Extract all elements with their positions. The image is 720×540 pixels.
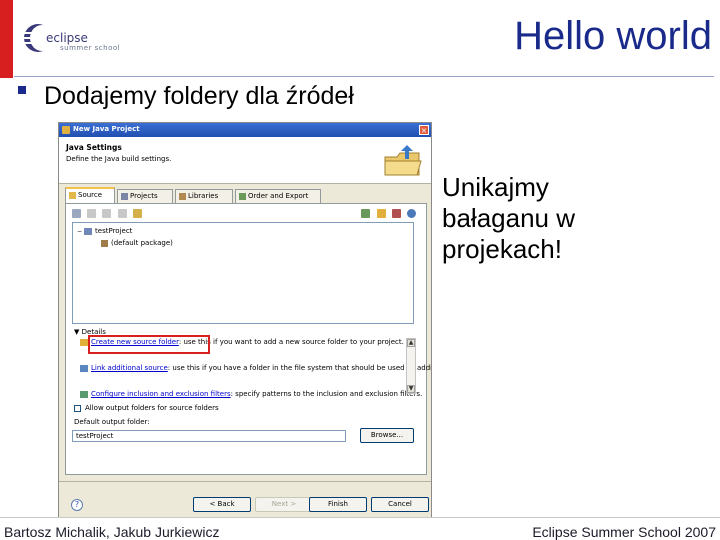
dialog-titlebar: New Java Project ×: [59, 123, 431, 137]
source-tree[interactable]: − testProject (default package): [72, 222, 414, 324]
tree-item-package[interactable]: (default package): [101, 239, 173, 247]
configure-icon[interactable]: [391, 209, 401, 218]
side-note: Unikajmy bałaganu w projekach!: [442, 172, 575, 264]
window-icon: [62, 126, 70, 134]
help-icon[interactable]: [407, 209, 416, 218]
footer-event: Eclipse Summer School 2007: [532, 524, 716, 540]
details-item-filters: Configure inclusion and exclusion filter…: [80, 390, 422, 398]
allow-output-row[interactable]: Allow output folders for source folders: [74, 404, 219, 412]
close-icon[interactable]: ×: [419, 125, 429, 135]
new-folder-icon[interactable]: [376, 209, 386, 218]
configure-filters-link[interactable]: Configure inclusion and exclusion filter…: [91, 390, 231, 398]
allow-output-checkbox[interactable]: [74, 404, 81, 412]
edit-icon[interactable]: [102, 209, 112, 218]
bullet-text: Dodajemy foldery dla źródeł: [44, 82, 354, 110]
allow-output-label: Allow output folders for source folders: [85, 404, 219, 412]
details-text: : specify patterns to the inclusion and …: [230, 390, 423, 398]
link-additional-source-link[interactable]: Link additional source: [91, 364, 168, 372]
add-folder-icon[interactable]: [72, 209, 81, 218]
filter-dropdown-icon[interactable]: [132, 209, 142, 218]
slide-accent-bar: [0, 0, 13, 78]
footer-divider: [0, 517, 720, 518]
details-item-link: Link additional source: use this if you …: [80, 364, 431, 372]
tab-label: Order and Export: [248, 192, 309, 200]
source-folder-icon: [69, 191, 76, 199]
remove-icon[interactable]: [117, 209, 127, 218]
tab-label: Projects: [130, 192, 158, 200]
tab-source[interactable]: Source: [65, 187, 115, 204]
next-button[interactable]: Next >: [255, 497, 313, 512]
link-source-icon: [80, 364, 88, 372]
header-title: Java Settings: [66, 143, 122, 152]
tree-item-project[interactable]: − testProject: [77, 227, 132, 235]
tree-toolbar-right: [361, 209, 420, 218]
tab-libraries[interactable]: Libraries: [175, 189, 233, 203]
dialog-separator: [59, 481, 431, 482]
expand-all-icon[interactable]: [361, 209, 371, 218]
default-output-field[interactable]: testProject: [72, 430, 346, 442]
default-output-label: Default output folder:: [74, 418, 150, 426]
new-source-folder-icon: [80, 338, 88, 346]
eclipse-logo-icon: eclipse: [24, 24, 88, 52]
new-java-project-dialog: New Java Project × Java Settings Define …: [58, 122, 432, 518]
project-icon: [84, 227, 93, 235]
finish-button[interactable]: Finish: [309, 497, 367, 512]
details-text: : use this if you want to add a new sour…: [178, 338, 404, 346]
tree-package-label: (default package): [111, 239, 173, 247]
browse-button[interactable]: Browse...: [360, 428, 414, 443]
link-folder-icon[interactable]: [87, 209, 97, 218]
details-scrollbar[interactable]: ▲ ▼: [406, 338, 416, 394]
details-text: : use this if you have a folder in the f…: [167, 364, 431, 372]
libraries-icon: [179, 192, 186, 200]
filter-icon: [80, 390, 88, 398]
header-description: Define the Java build settings.: [66, 155, 172, 163]
order-export-icon: [239, 192, 246, 200]
slide-title: Hello world: [514, 14, 712, 58]
tab-projects[interactable]: Projects: [117, 189, 173, 203]
bullet-marker: [18, 86, 26, 94]
collapse-icon[interactable]: −: [77, 228, 82, 235]
back-button[interactable]: < Back: [193, 497, 251, 512]
logo-text: summer school: [60, 44, 121, 52]
svg-text:eclipse: eclipse: [46, 31, 88, 45]
footer-authors: Bartosz Michalik, Jakub Jurkiewicz: [4, 524, 220, 540]
folder-wizard-icon: [384, 145, 422, 176]
projects-icon: [121, 192, 128, 200]
tab-label: Libraries: [188, 192, 219, 200]
tree-project-label: testProject: [95, 227, 133, 235]
tree-toolbar-left: [72, 209, 146, 218]
tab-label: Source: [78, 191, 103, 199]
scroll-up-icon[interactable]: ▲: [407, 339, 415, 347]
help-icon[interactable]: ?: [71, 499, 83, 511]
dialog-header: Java Settings Define the Java build sett…: [59, 137, 431, 184]
source-tab-panel: − testProject (default package) ▼ Details…: [65, 203, 431, 475]
tab-order-export[interactable]: Order and Export: [235, 189, 321, 203]
cancel-button[interactable]: Cancel: [371, 497, 429, 512]
package-icon: [101, 239, 108, 247]
highlight-box: [88, 335, 210, 354]
title-divider: [14, 76, 714, 77]
scroll-down-icon[interactable]: ▼: [407, 385, 415, 393]
collapse-arrow-icon[interactable]: ▼: [74, 328, 79, 336]
dialog-title: New Java Project: [73, 125, 140, 133]
